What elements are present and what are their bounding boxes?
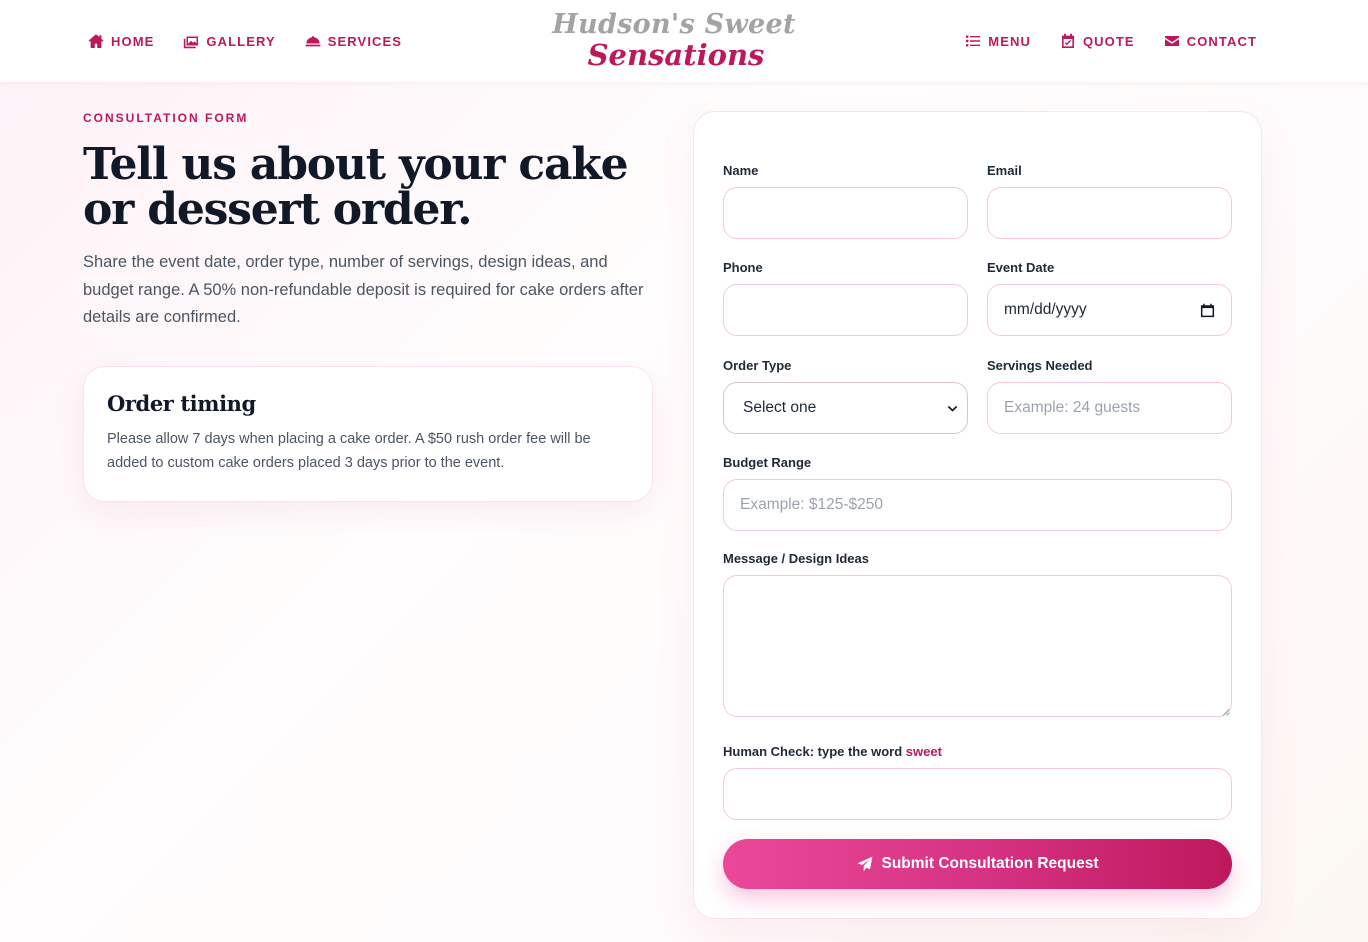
message-label: Message / Design Ideas xyxy=(723,551,869,566)
human-check-label-text: Human Check: type the word xyxy=(723,744,903,759)
order-type-selected-value: Select one xyxy=(743,399,817,416)
list-icon xyxy=(966,35,981,47)
submit-button-label: Submit Consultation Request xyxy=(881,855,1099,872)
primary-nav-right: MENU QUOTE CONTACT xyxy=(936,0,1257,82)
order-type-select[interactable]: Select one xyxy=(723,382,968,434)
calendar-icon[interactable] xyxy=(1200,303,1215,318)
email-label: Email xyxy=(987,163,1022,178)
nav-quote-link[interactable]: QUOTE xyxy=(1060,33,1135,49)
nav-menu-label: MENU xyxy=(988,33,1031,49)
servings-label: Servings Needed xyxy=(987,358,1093,373)
order-timing-title: Order timing xyxy=(107,390,256,416)
name-label: Name xyxy=(723,163,759,178)
order-timing-text: Please allow 7 days when placing a cake … xyxy=(107,430,591,471)
envelope-icon xyxy=(1164,36,1179,46)
event-date-label: Event Date xyxy=(987,260,1055,275)
budget-label: Budget Range xyxy=(723,455,812,470)
section-eyebrow: CONSULTATION FORM xyxy=(83,111,249,125)
budget-input[interactable] xyxy=(723,479,1232,531)
name-input[interactable] xyxy=(723,187,968,239)
phone-label: Phone xyxy=(723,260,763,275)
nav-quote-label: QUOTE xyxy=(1082,33,1135,49)
nav-menu-link[interactable]: MENU xyxy=(965,33,1031,49)
paper-plane-icon xyxy=(857,856,872,872)
intro-section: CONSULTATION FORM Tell us about your cak… xyxy=(83,111,655,502)
resize-grip-icon[interactable] xyxy=(1222,708,1230,716)
submit-consultation-button[interactable]: Submit Consultation Request xyxy=(723,839,1232,889)
message-textarea[interactable] xyxy=(723,575,1232,717)
phone-input[interactable] xyxy=(723,284,968,336)
human-check-input[interactable] xyxy=(723,768,1232,820)
order-type-label: Order Type xyxy=(723,358,792,373)
nav-contact-label: CONTACT xyxy=(1186,33,1257,49)
nav-contact-link[interactable]: CONTACT xyxy=(1164,33,1257,49)
consultation-form: Name Email Phone Event Date mm/dd/yyyy O… xyxy=(693,111,1262,919)
site-header: HOME GALLERY SERVICES Hudson's Sweet Sen… xyxy=(0,0,1368,82)
order-timing-card: Order timing Please allow 7 days when pl… xyxy=(83,365,653,502)
chevron-down-icon xyxy=(947,405,958,412)
page-title: Tell us about your cake or dessert order… xyxy=(83,139,629,235)
event-date-placeholder: mm/dd/yyyy xyxy=(1004,301,1087,318)
human-check-word: sweet xyxy=(905,744,942,759)
event-date-input[interactable]: mm/dd/yyyy xyxy=(987,284,1232,336)
servings-input[interactable] xyxy=(987,382,1232,434)
human-check-label: Human Check: type the word sweet xyxy=(723,744,942,759)
email-input[interactable] xyxy=(987,187,1232,239)
intro-description: Share the event date, order type, number… xyxy=(83,253,644,326)
calendar-check-icon xyxy=(1061,33,1074,48)
